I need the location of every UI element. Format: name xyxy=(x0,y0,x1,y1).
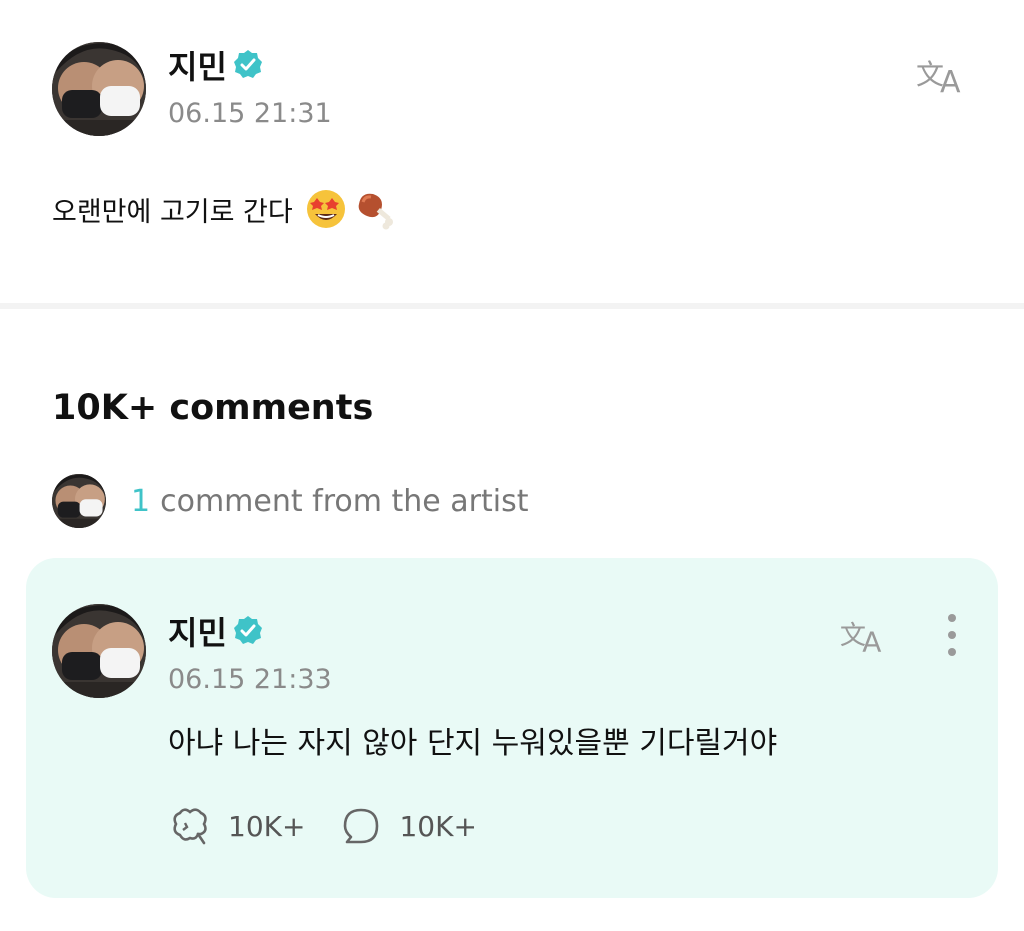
post-body: 오랜만에 고기로 간다 xyxy=(52,188,395,230)
post-author-avatar[interactable] xyxy=(52,42,146,136)
comment-author-avatar[interactable] xyxy=(52,604,146,698)
artist-comment-card: 지민 06.15 21:33 아냐 나는 자지 않아 단지 누워있을뿐 기다릴거… xyxy=(26,558,998,898)
comment-timestamp: 06.15 21:33 xyxy=(168,664,332,695)
post-timestamp: 06.15 21:31 xyxy=(168,98,332,129)
reply-count: 10K+ xyxy=(399,809,477,843)
comments-title: 10K+ comments xyxy=(52,388,374,428)
like-count: 10K+ xyxy=(228,809,306,843)
artist-comments-filter[interactable]: 1 comment from the artist xyxy=(52,474,529,528)
translate-icon[interactable]: 文 A xyxy=(914,52,974,100)
svg-text:A: A xyxy=(940,65,961,96)
verified-badge-icon xyxy=(231,614,265,648)
meat-on-bone-emoji-icon xyxy=(353,188,395,230)
post-author-name-row: 지민 xyxy=(168,42,265,88)
like-icon[interactable] xyxy=(168,804,212,848)
artist-comment-count: 1 xyxy=(131,483,151,519)
svg-text:A: A xyxy=(862,625,881,655)
comment-actions: 10K+ 10K+ xyxy=(168,804,477,848)
verified-badge-icon xyxy=(231,48,265,82)
post-author-name[interactable]: 지민 xyxy=(168,42,227,88)
artist-comment-label: comment from the artist xyxy=(160,483,529,519)
comment-author-name[interactable]: 지민 xyxy=(168,608,227,654)
post-text: 오랜만에 고기로 간다 xyxy=(52,196,293,228)
more-options-icon[interactable] xyxy=(936,610,968,660)
comment-author-name-row: 지민 xyxy=(168,608,265,654)
section-divider xyxy=(0,303,1024,309)
star-struck-emoji-icon xyxy=(305,188,347,230)
reply-icon[interactable] xyxy=(339,804,383,848)
comment-translate-icon[interactable]: 文 A xyxy=(838,614,894,658)
comment-text: 아냐 나는 자지 않아 단지 누워있을뿐 기다릴거야 xyxy=(168,726,778,761)
artist-avatar-small xyxy=(52,474,106,528)
